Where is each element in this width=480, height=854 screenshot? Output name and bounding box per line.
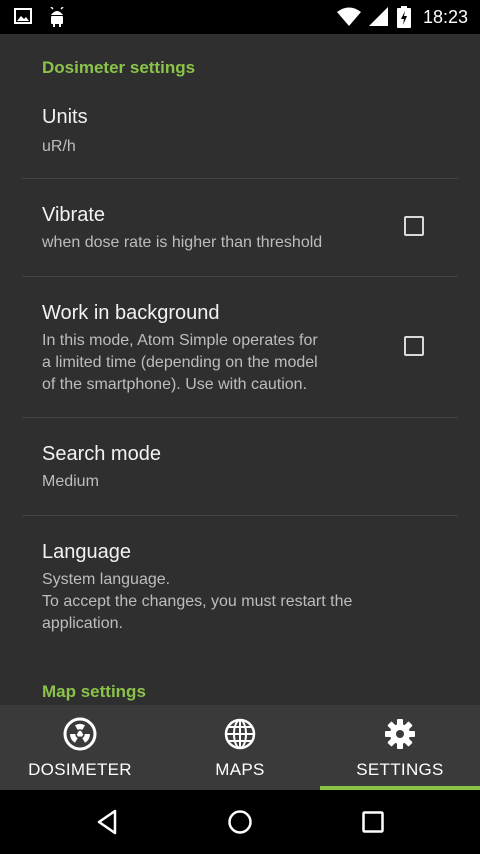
map-settings-header: Map settings — [42, 682, 146, 701]
tab-dosimeter-label: DOSIMETER — [28, 760, 132, 779]
tab-maps-label: MAPS — [215, 760, 265, 779]
tab-dosimeter[interactable]: DOSIMETER — [0, 705, 160, 790]
background-summary-line: of the smartphone). Use with caution. — [42, 376, 308, 393]
screen: 18:23 Dosimeter settings Units uR/h Vibr… — [0, 0, 480, 854]
home-icon[interactable] — [224, 806, 256, 838]
background-summary-line: a limited time (depending on the model — [42, 354, 318, 371]
tab-settings[interactable]: SETTINGS — [320, 705, 480, 790]
vibrate-preference[interactable]: Vibrate when dose rate is higher than th… — [22, 179, 458, 276]
language-summary-line: application. — [42, 615, 123, 632]
tab-settings-label: SETTINGS — [356, 760, 444, 779]
radiation-icon — [63, 717, 97, 751]
android-icon — [50, 7, 64, 27]
globe-icon — [224, 718, 256, 750]
dosimeter-settings-header: Dosimeter settings — [42, 58, 196, 77]
units-title: Units — [42, 106, 88, 128]
status-bar: 18:23 — [0, 0, 480, 34]
background-preference[interactable]: Work in background In this mode, Atom Si… — [22, 277, 458, 417]
search-mode-preference[interactable]: Search mode Medium — [22, 418, 458, 515]
tab-maps[interactable]: MAPS — [160, 705, 320, 790]
wifi-icon — [336, 7, 361, 26]
recents-icon[interactable] — [357, 806, 389, 838]
vibrate-summary: when dose rate is higher than threshold — [42, 234, 323, 251]
language-title: Language — [42, 541, 131, 563]
bottom-tab-bar: DOSIMETER MAPS SETTINGS — [0, 705, 480, 790]
units-preference[interactable]: Units uR/h — [22, 96, 458, 178]
units-summary: uR/h — [42, 138, 76, 155]
settings-list[interactable]: Dosimeter settings Units uR/h Vibrate wh… — [0, 34, 480, 705]
background-summary-line: In this mode, Atom Simple operates for — [42, 332, 318, 349]
background-title: Work in background — [42, 302, 220, 324]
background-checkbox[interactable] — [404, 336, 424, 356]
status-time: 18:23 — [422, 6, 468, 27]
battery-charging-icon — [396, 6, 411, 28]
gear-icon — [385, 719, 415, 749]
language-preference[interactable]: Language System language. To accept the … — [22, 516, 458, 656]
signal-icon — [368, 7, 388, 26]
image-icon — [14, 8, 32, 24]
back-icon[interactable] — [91, 806, 123, 838]
vibrate-checkbox[interactable] — [404, 216, 424, 236]
search-mode-summary: Medium — [42, 473, 99, 490]
search-mode-title: Search mode — [42, 443, 161, 465]
language-summary-line: System language. — [42, 571, 171, 588]
navigation-bar — [0, 790, 480, 854]
language-summary-line: To accept the changes, you must restart … — [42, 593, 353, 610]
vibrate-title: Vibrate — [42, 204, 106, 226]
